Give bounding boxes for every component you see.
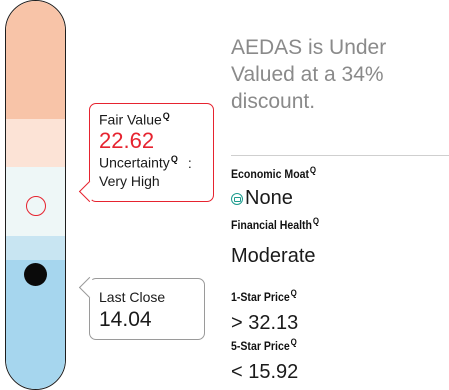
five-star-price-value: 15.92: [248, 361, 299, 383]
last-close-amount: 14.04: [99, 308, 152, 332]
moat-none-icon: [231, 192, 243, 205]
callout-pointer: [78, 276, 101, 299]
valuation-bar: [5, 0, 66, 390]
five-star-price-label: 5-Star Price: [231, 339, 290, 353]
last-close-label: Last Close: [99, 289, 166, 305]
band-overvalued-high: [6, 1, 65, 119]
one-star-price-label: 1-Star Price: [231, 290, 290, 304]
divider: [231, 155, 449, 156]
five-star-price-heading: 5-Star PriceQ: [231, 337, 297, 353]
info-icon[interactable]: Q: [171, 154, 178, 164]
economic-moat-heading: Economic MoatQ: [231, 165, 316, 181]
financial-health-heading: Financial HealthQ: [231, 216, 319, 232]
five-star-price-row: < 15.92: [231, 361, 298, 384]
fair-value-label: Fair Value: [99, 111, 162, 128]
uncertainty-label: Uncertainty: [99, 154, 170, 171]
uncertainty-label-row: UncertaintyQ:: [99, 154, 213, 171]
band-overvalued: [6, 119, 65, 167]
info-icon[interactable]: Q: [291, 337, 297, 347]
one-star-price-value: 32.13: [248, 312, 299, 334]
economic-moat-label: Economic Moat: [231, 167, 310, 181]
callout-pointer: [78, 180, 101, 203]
uncertainty-separator: :: [187, 154, 192, 171]
economic-moat-value: None: [245, 187, 293, 209]
info-icon[interactable]: Q: [163, 111, 170, 121]
economic-moat-value-row: None: [231, 187, 293, 210]
one-star-price-heading: 1-Star PriceQ: [231, 288, 297, 304]
financial-health-label: Financial Health: [231, 218, 312, 232]
less-than-symbol: <: [231, 361, 243, 383]
uncertainty-value: Very High: [99, 173, 160, 190]
one-star-price-row: > 32.13: [231, 312, 298, 335]
financial-health-value: Moderate: [231, 245, 316, 267]
last-close-callout: Last Close 14.04: [78, 276, 205, 340]
info-icon[interactable]: Q: [291, 288, 297, 298]
fair-value-marker: [26, 196, 46, 216]
valuation-headline: AEDAS is Under Valued at a 34% discount.: [231, 36, 387, 113]
greater-than-symbol: >: [231, 312, 243, 334]
band-undervalued: [6, 236, 65, 260]
fair-value-callout: Fair ValueQ 22.62 UncertaintyQ: Very Hig…: [78, 103, 214, 203]
last-close-marker: [24, 263, 47, 286]
info-icon[interactable]: Q: [313, 216, 319, 226]
info-icon[interactable]: Q: [310, 165, 316, 175]
fair-value-amount: 22.62: [99, 128, 155, 154]
fair-value-label-row: Fair ValueQ: [99, 111, 213, 128]
